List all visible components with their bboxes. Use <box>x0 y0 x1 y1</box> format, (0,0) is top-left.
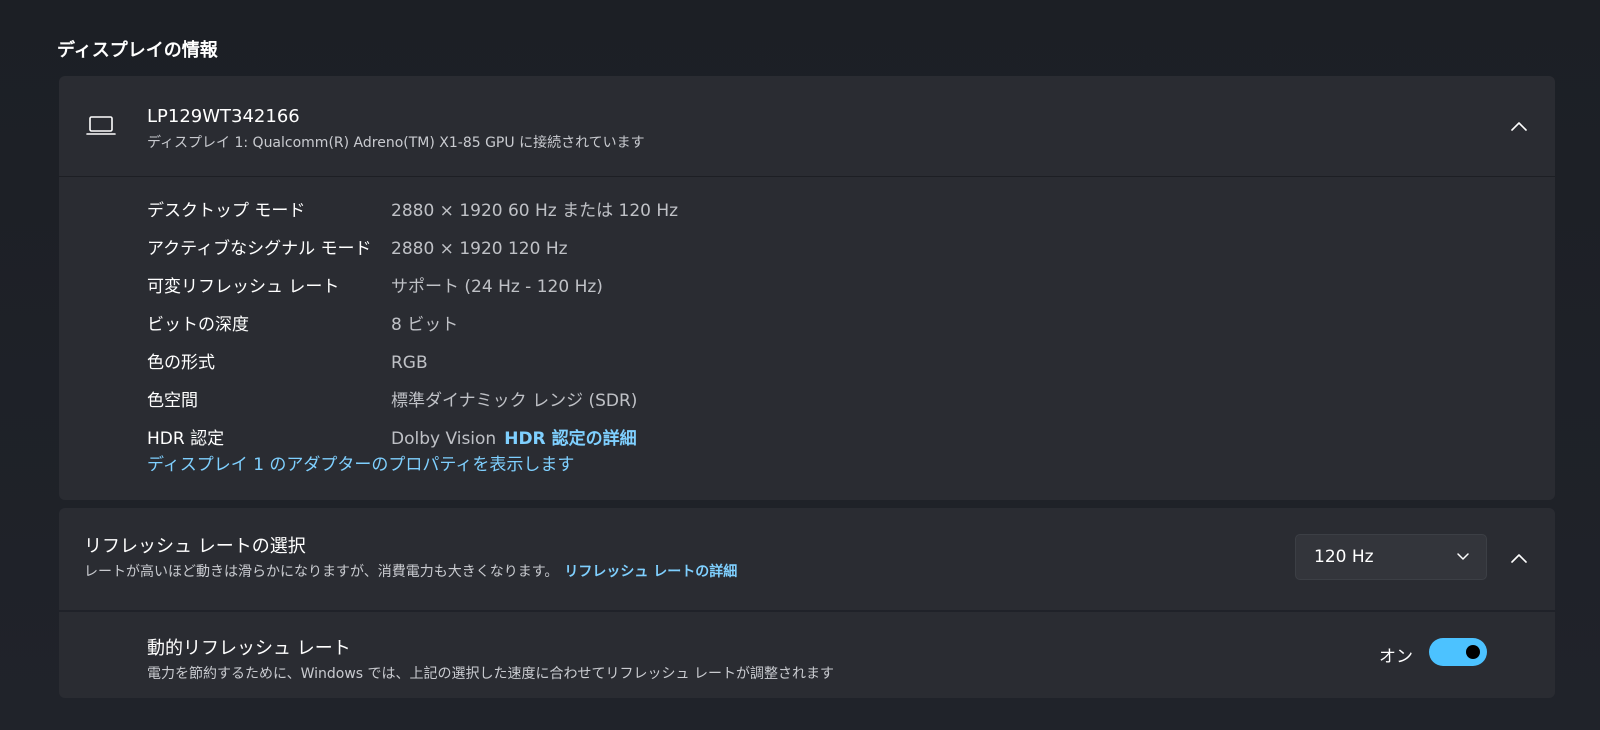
property-value: RGB <box>391 353 428 373</box>
refresh-rate-card: リフレッシュ レートの選択 レートが高いほど動きは滑らかになりますが、消費電力も… <box>59 508 1555 610</box>
device-connection: ディスプレイ 1: Qualcomm(R) Adreno(TM) X1-85 G… <box>147 135 645 151</box>
collapse-display-button[interactable] <box>1499 106 1539 146</box>
dynamic-refresh-title: 動的リフレッシュ レート <box>147 638 351 659</box>
hdr-certification-link[interactable]: HDR 認定の詳細 <box>504 429 636 449</box>
toggle-state-label: オン <box>1379 647 1413 667</box>
toggle-knob <box>1466 645 1480 659</box>
laptop-icon <box>86 116 116 135</box>
settings-page: ディスプレイの情報 LP129WT342166 ディスプレイ 1: Qualco… <box>0 0 1600 730</box>
property-value: サポート (24 Hz - 120 Hz) <box>391 277 603 297</box>
property-value: 8 ビット <box>391 315 459 335</box>
property-label: 可変リフレッシュ レート <box>147 277 340 297</box>
chevron-up-icon <box>1511 122 1527 131</box>
refresh-rate-selected-value: 120 Hz <box>1314 547 1374 567</box>
refresh-rate-details-link[interactable]: リフレッシュ レートの詳細 <box>564 564 737 580</box>
property-value: 2880 × 1920 60 Hz または 120 Hz <box>391 201 679 221</box>
property-label: 色の形式 <box>147 353 215 373</box>
refresh-rate-description: レートが高いほど動きは滑らかになりますが、消費電力も大きくなります。 <box>84 564 559 580</box>
collapse-refresh-button[interactable] <box>1499 538 1539 578</box>
property-label: デスクトップ モード <box>147 201 306 221</box>
dynamic-refresh-card: 動的リフレッシュ レート 電力を節約するために、Windows では、上記の選択… <box>59 612 1555 698</box>
adapter-properties-link[interactable]: ディスプレイ 1 のアダプターのプロパティを表示します <box>147 450 574 475</box>
property-label: ビットの深度 <box>147 315 249 335</box>
refresh-rate-dropdown[interactable]: 120 Hz <box>1295 534 1487 580</box>
property-value: Dolby Vision <box>391 429 497 449</box>
display-info-card: LP129WT342166 ディスプレイ 1: Qualcomm(R) Adre… <box>59 76 1555 500</box>
refresh-rate-title: リフレッシュ レートの選択 <box>84 536 306 557</box>
section-title: ディスプレイの情報 <box>57 40 218 61</box>
property-label: アクティブなシグナル モード <box>147 239 372 259</box>
property-label: 色空間 <box>147 391 198 411</box>
device-name: LP129WT342166 <box>147 106 300 127</box>
property-value: 2880 × 1920 120 Hz <box>391 239 568 259</box>
dynamic-refresh-description: 電力を節約するために、Windows では、上記の選択した速度に合わせてリフレッ… <box>147 666 834 682</box>
chevron-down-icon <box>1457 553 1469 560</box>
chevron-up-icon <box>1511 554 1527 563</box>
refresh-rate-description-row: レートが高いほど動きは滑らかになりますが、消費電力も大きくなります。 リフレッシュ… <box>84 561 737 581</box>
property-value: 標準ダイナミック レンジ (SDR) <box>391 391 638 411</box>
dynamic-refresh-toggle[interactable] <box>1429 638 1487 666</box>
display-header[interactable]: LP129WT342166 ディスプレイ 1: Qualcomm(R) Adre… <box>59 76 1555 177</box>
